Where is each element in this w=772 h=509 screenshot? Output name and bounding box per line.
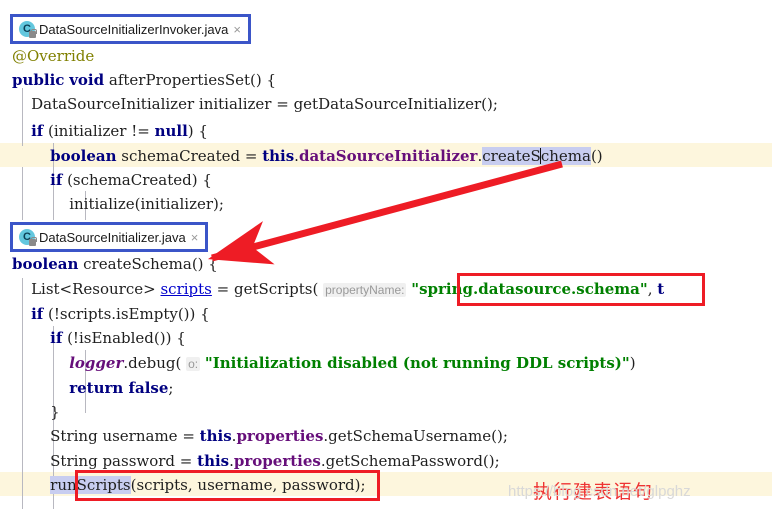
code-line: @Override: [12, 47, 95, 65]
close-icon[interactable]: ×: [232, 23, 241, 36]
code-line: List<Resource> scripts = getScripts( pro…: [12, 280, 665, 298]
java-class-icon: C: [19, 21, 37, 38]
param-hint-propertyname: propertyName:: [323, 283, 407, 297]
close-icon[interactable]: ×: [190, 231, 199, 244]
lock-icon: [29, 28, 37, 38]
code-line: if (!isEnabled()) {: [50, 329, 186, 347]
lock-icon: [29, 236, 37, 246]
code-line: String username = this.properties.getSch…: [12, 427, 508, 445]
tab-datasourceinitializer[interactable]: C DataSourceInitializer.java ×: [10, 222, 209, 252]
code-line: public void afterPropertiesSet() {: [12, 71, 277, 89]
code-line: return false;: [69, 379, 174, 397]
code-line: String password = this.properties.getSch…: [12, 452, 500, 470]
code-editor-canvas: C DataSourceInitializerInvoker.java × @O…: [0, 0, 772, 509]
variable-link-scripts[interactable]: scripts: [160, 280, 211, 298]
code-line-selected: boolean schemaCreated = this.dataSourceI…: [50, 147, 603, 165]
tab-datasourceinitializerinvoker[interactable]: C DataSourceInitializerInvoker.java ×: [10, 14, 251, 44]
code-line: }: [12, 403, 60, 421]
code-line: boolean createSchema() {: [12, 255, 218, 273]
code-line: DataSourceInitializer initializer = getD…: [12, 95, 498, 113]
watermark: https://blog.csdn.net/glpghz: [508, 483, 691, 500]
param-hint-o: o:: [186, 357, 201, 371]
tab-label: DataSourceInitializerInvoker.java: [39, 21, 229, 37]
code-line: if (schemaCreated) {: [50, 171, 212, 189]
code-line: if (initializer != null) {: [31, 122, 208, 140]
code-line: if (!scripts.isEmpty()) {: [31, 305, 210, 323]
code-line-selected: runScripts(scripts, username, password);: [50, 476, 366, 494]
code-line: logger.debug( o: "Initialization disable…: [69, 354, 636, 372]
code-line: initialize(initializer);: [12, 195, 224, 213]
java-class-icon: C: [19, 229, 37, 246]
tab-label: DataSourceInitializer.java: [39, 229, 186, 245]
